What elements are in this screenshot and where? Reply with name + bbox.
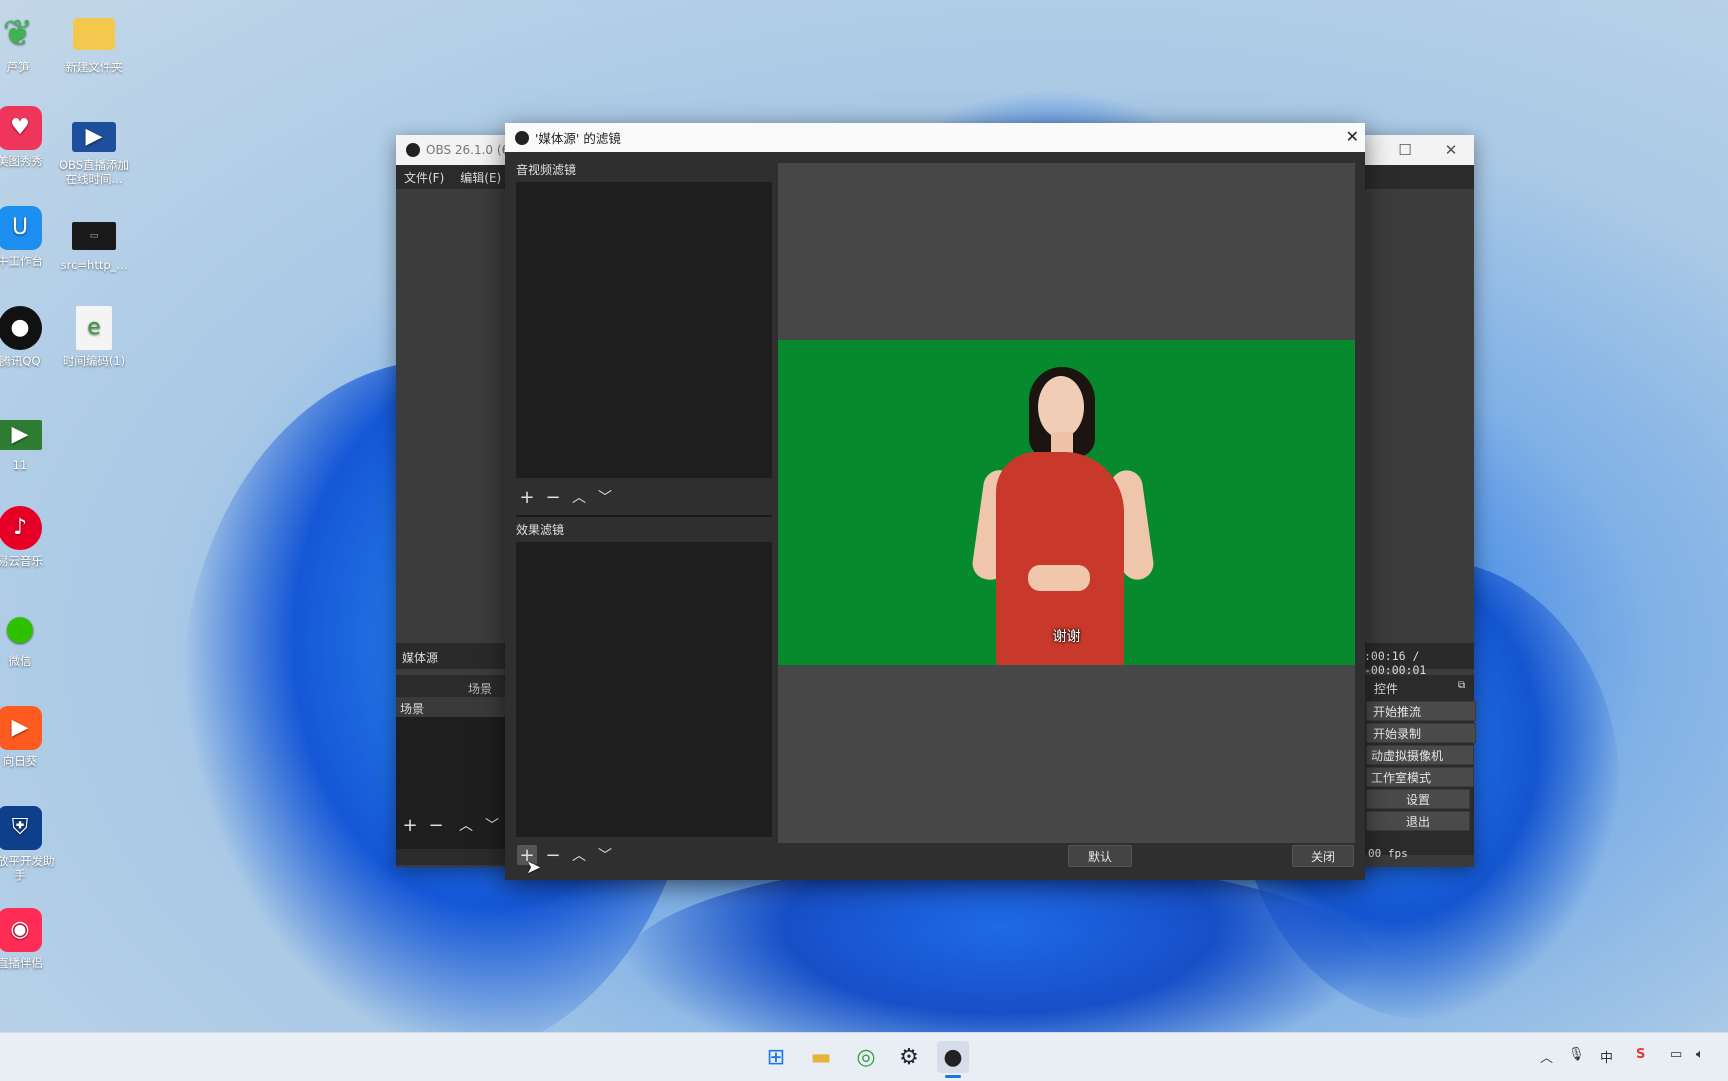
controls-title: 控件	[1374, 682, 1399, 696]
desktop-icon-timecode[interactable]: e 时间编码(1)	[54, 306, 134, 368]
desktop-icon-src-image[interactable]: ▭ src=http_...	[54, 222, 134, 272]
presenter-face	[1038, 376, 1084, 438]
document-icon: e	[76, 306, 112, 350]
volume-icon[interactable]: 🔈︎	[1696, 1047, 1704, 1062]
qq-penguin-icon: ●	[0, 306, 42, 350]
chevron-up-icon[interactable]: ︿	[569, 487, 589, 507]
minus-icon[interactable]: −	[543, 845, 563, 866]
close-button[interactable]: 关闭	[1292, 845, 1354, 867]
maximize-button[interactable]: ☐	[1382, 135, 1428, 165]
undock-icon[interactable]: ⧉	[1458, 680, 1465, 691]
fps-readout: 00 fps	[1368, 847, 1408, 860]
shield-icon: ⛨	[0, 806, 42, 850]
cursor-arrow-icon: ➤	[526, 857, 542, 878]
desktop-icon-lusun[interactable]: ❦ 芦笋	[0, 12, 58, 75]
start-streaming-button[interactable]: 开始推流	[1366, 701, 1476, 721]
minus-icon[interactable]: −	[543, 487, 563, 508]
desktop-icon-workbench[interactable]: U 牛工作台	[0, 206, 60, 268]
start-recording-button[interactable]: 开始录制	[1366, 723, 1476, 743]
input-method-icon[interactable]: 中	[1600, 1047, 1613, 1066]
windows-start-icon[interactable]: ⊞	[760, 1041, 792, 1073]
leaf-icon: ❦	[2, 13, 34, 54]
video-thumb-icon: ▶	[0, 420, 42, 450]
music-icon: ♪	[0, 506, 42, 550]
tray-overflow-icon[interactable]: ︿	[1540, 1047, 1553, 1066]
exit-button[interactable]: 退出	[1366, 811, 1470, 831]
audio-video-filters-list[interactable]	[516, 182, 772, 478]
obs-logo-icon	[406, 143, 420, 157]
active-indicator	[945, 1075, 961, 1078]
plus-icon[interactable]: +	[517, 487, 537, 508]
desktop-icon-wechat[interactable]: ● 微信	[0, 606, 60, 668]
chevron-down-icon[interactable]: ﹀	[595, 845, 615, 865]
taskbar: ⊞ ▬ ◎ ⚙ ● ︿ 🎙︎ 中 S ▭ 🔈︎	[0, 1032, 1728, 1081]
close-icon[interactable]: ✕	[1346, 127, 1359, 146]
menu-file[interactable]: 文件(F)	[404, 169, 444, 186]
folder-icon	[73, 18, 115, 50]
microphone-icon[interactable]: 🎙︎	[1568, 1047, 1585, 1062]
obs-taskbar-icon[interactable]: ●	[937, 1041, 969, 1073]
meitu-icon: ♥	[0, 106, 42, 150]
filter-preview: 谢谢	[778, 163, 1355, 843]
image-file-icon: ▭	[72, 222, 116, 250]
menu-edit[interactable]: 编辑(E)	[460, 169, 501, 186]
desktop-icon-live-companion[interactable]: ◉ 直播伴侣	[0, 908, 60, 970]
network-icon[interactable]: ▭	[1670, 1047, 1682, 1062]
desktop-icon-meitu[interactable]: ♥ 美图秀秀	[0, 106, 60, 168]
sunflower-icon: ▶	[0, 706, 42, 750]
desktop-icon-netease-music[interactable]: ♪ 易云音乐	[0, 506, 60, 568]
chevron-up-icon[interactable]: ︿	[569, 845, 589, 865]
browser-icon[interactable]: ◎	[850, 1041, 882, 1073]
studio-mode-button[interactable]: 工作室模式	[1366, 767, 1474, 787]
desktop-icon-dev-helper[interactable]: ⛨ 开放平开发助手	[0, 806, 60, 882]
desktop-icon-11[interactable]: ▶ 11	[0, 420, 60, 472]
panel-divider	[516, 515, 772, 517]
settings-button[interactable]: 设置	[1366, 789, 1470, 809]
presenter-hands	[1028, 565, 1090, 591]
desktop-icon-new-folder[interactable]: 新建文件夹	[54, 12, 134, 74]
minus-icon[interactable]: −	[426, 815, 446, 836]
chevron-down-icon[interactable]: ﹀	[595, 487, 615, 507]
scenes-header: 场景	[468, 682, 493, 696]
preview-subtitle: 谢谢	[1052, 629, 1081, 645]
camera-icon: ◉	[0, 908, 42, 952]
workbench-icon: U	[0, 206, 42, 250]
video-file-icon: ▶	[72, 122, 116, 152]
effect-filters-label: 效果滤镜	[516, 523, 565, 537]
chroma-green-video: 谢谢	[778, 340, 1355, 665]
virtual-camera-button[interactable]: 动虚拟摄像机	[1366, 745, 1474, 765]
source-title: 媒体源	[402, 651, 439, 665]
dialog-titlebar: '媒体源' 的滤镜 ✕	[505, 123, 1365, 152]
scene-item-label: 场景	[400, 702, 425, 716]
dialog-title: '媒体源' 的滤镜	[535, 131, 621, 146]
chevron-down-icon[interactable]: ﹀	[482, 815, 502, 835]
timecode: :00:16 / -00:00:01	[1364, 649, 1427, 677]
file-explorer-icon[interactable]: ▬	[805, 1041, 837, 1073]
default-button[interactable]: 默认	[1068, 845, 1132, 867]
filters-dialog[interactable]: '媒体源' 的滤镜 ✕ 音视频滤镜 + − ︿ ﹀ 效果滤镜 + − ︿ ﹀ ➤…	[505, 123, 1365, 880]
chevron-up-icon[interactable]: ︿	[456, 815, 476, 835]
wechat-icon: ●	[5, 608, 35, 648]
obs-close-button[interactable]: ✕	[1428, 135, 1474, 165]
audio-video-filters-label: 音视频滤镜	[516, 163, 577, 177]
desktop-icon-sunflower[interactable]: ▶ 向日葵	[0, 706, 60, 768]
sogou-icon[interactable]: S	[1636, 1047, 1645, 1062]
desktop-icon-qq[interactable]: ● 腾讯QQ	[0, 306, 60, 368]
plus-icon[interactable]: +	[400, 815, 420, 836]
obs-logo-icon	[515, 130, 529, 145]
effect-filters-list[interactable]	[516, 542, 772, 837]
desktop-icon-obs-video[interactable]: ▶ OBS直播添加在线时间...	[54, 122, 134, 186]
steam-icon[interactable]: ⚙	[893, 1041, 925, 1073]
